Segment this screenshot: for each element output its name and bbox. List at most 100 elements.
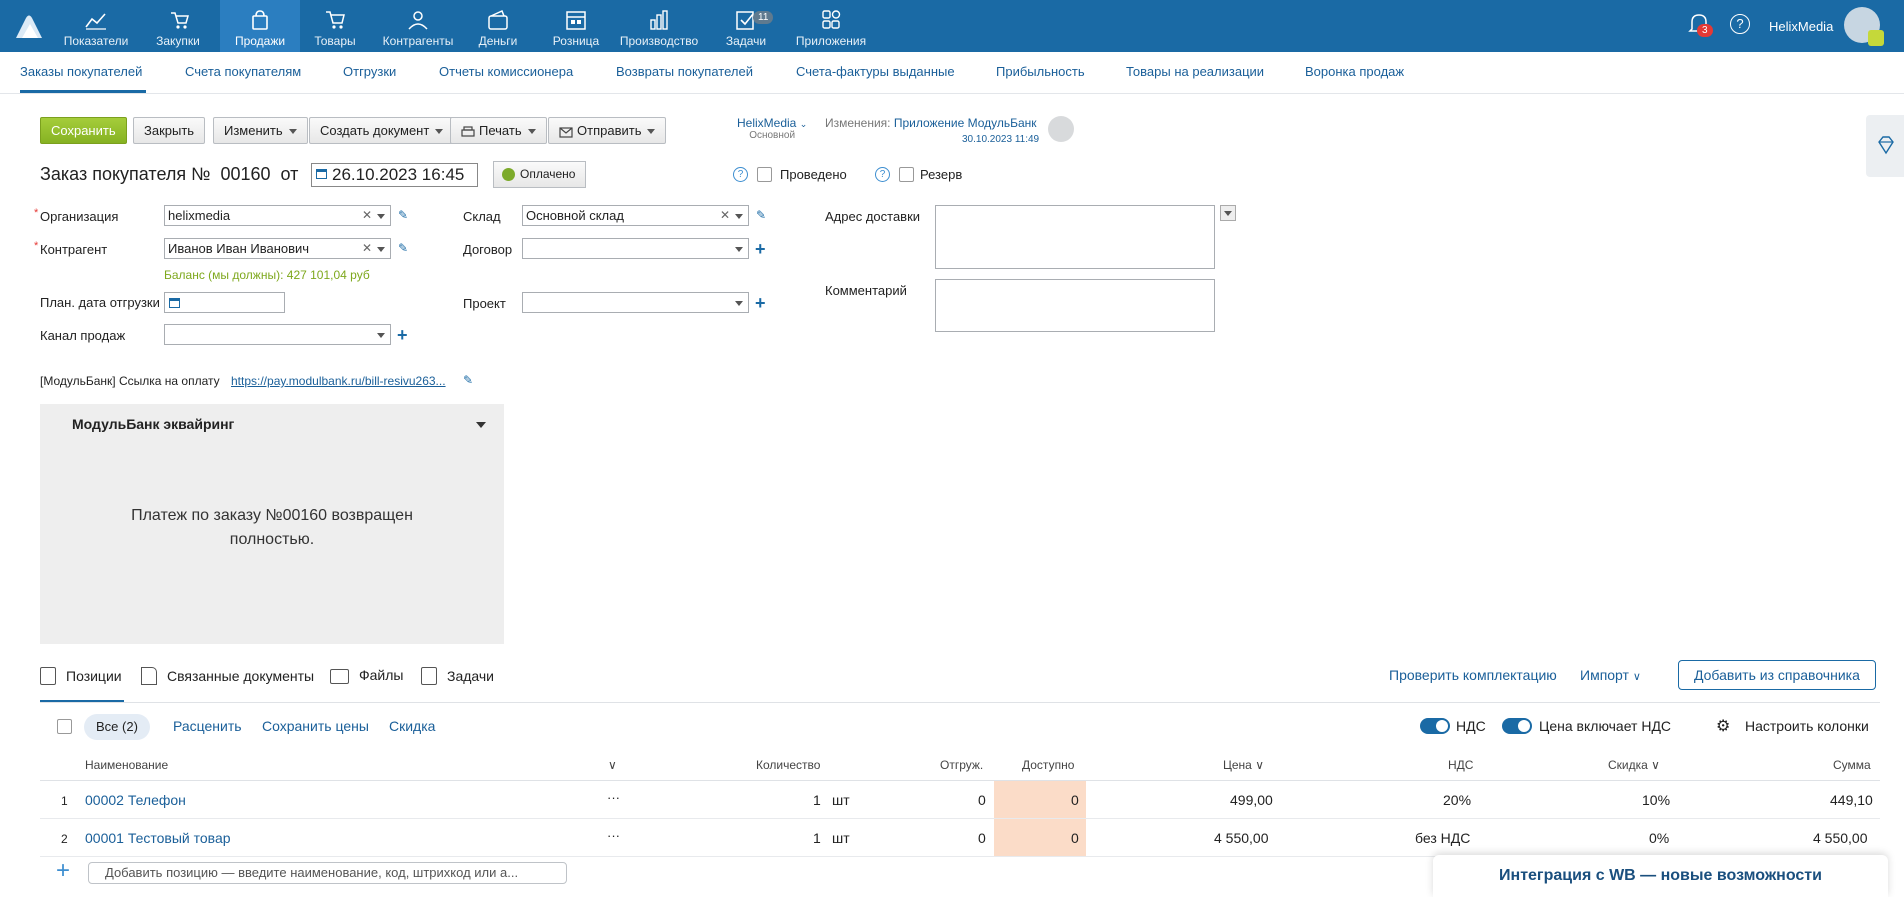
account-name[interactable]: HelixMedia [1769,19,1833,34]
ship-date-field[interactable] [164,292,285,313]
check-kit-button[interactable]: Проверить комплектацию [1389,667,1557,683]
row-discount[interactable]: 0% [1649,830,1669,846]
col-price[interactable]: Цена ∨ [1223,758,1264,772]
contract-select[interactable] [522,238,749,259]
doc-number[interactable]: 00160 [220,164,270,184]
col-sum[interactable]: Сумма [1833,758,1871,772]
nav-dashboard[interactable]: Показатели [56,0,136,52]
row-product-link[interactable]: 00001 Тестовый товар [85,830,231,846]
counterparty-select[interactable]: Иванов Иван Иванович ✕ [164,238,391,259]
tab-positions[interactable]: Позиции [40,667,122,685]
pencil-icon[interactable]: ✎ [398,208,410,222]
row-qty[interactable]: 1 [813,830,821,846]
paid-status-button[interactable]: Оплачено [493,161,587,188]
subnav-invoices[interactable]: Счета покупателям [185,64,301,79]
chevron-down-icon[interactable]: ∨ [608,758,617,772]
add-icon[interactable]: + [755,240,766,258]
row-price[interactable]: 4 550,00 [1214,830,1269,846]
nav-purchases[interactable]: Закупки [138,0,218,52]
chevron-down-icon[interactable] [735,247,743,252]
subnav-shipments[interactable]: Отгрузки [343,64,396,79]
add-icon[interactable]: + [56,859,70,883]
columns-settings-icon[interactable]: ⚙ [1716,716,1730,736]
posted-checkbox[interactable] [757,167,772,182]
discount-button[interactable]: Скидка [389,718,435,734]
create-document-button[interactable]: Создать документ [309,117,455,144]
subnav-commission-reports[interactable]: Отчеты комиссионера [439,64,573,79]
col-name[interactable]: Наименование [85,758,168,772]
help-icon[interactable]: ? [875,167,890,182]
import-button[interactable]: Импорт ∨ [1580,667,1641,683]
chevron-down-icon[interactable] [377,214,385,219]
subnav-profitability[interactable]: Прибыльность [996,64,1085,79]
row-vat[interactable]: 20% [1443,792,1471,808]
chevron-down-icon[interactable] [476,422,486,428]
nav-goods[interactable]: Товары [295,0,375,52]
subnav-funnel[interactable]: Воронка продаж [1305,64,1404,79]
avatar[interactable] [1844,7,1884,46]
add-icon[interactable]: + [397,326,408,344]
select-all-checkbox[interactable] [57,719,72,734]
pencil-icon[interactable]: ✎ [398,241,410,255]
tab-files[interactable]: Файлы [330,667,403,684]
row-qty[interactable]: 1 [813,792,821,808]
org-select[interactable]: helixmedia ✕ [164,205,391,226]
clear-icon[interactable]: ✕ [362,239,372,258]
chevron-down-icon[interactable] [377,333,385,338]
save-button[interactable]: Сохранить [40,117,127,144]
nav-counterparties[interactable]: Контрагенты [376,0,460,52]
configure-columns-button[interactable]: Настроить колонки [1745,718,1869,734]
col-available[interactable]: Доступно [1022,758,1074,772]
nav-retail[interactable]: Розница [536,0,616,52]
save-prices-button[interactable]: Сохранить цены [262,718,369,734]
col-discount[interactable]: Скидка ∨ [1608,758,1660,772]
col-qty[interactable]: Количество [756,758,820,772]
help-icon[interactable]: ? [733,167,748,182]
row-product-link[interactable]: 00002 Телефон [85,792,186,808]
row-more-icon[interactable]: ··· [607,790,620,805]
nav-sales[interactable]: Продажи [220,0,300,52]
row-more-icon[interactable]: ··· [607,828,620,843]
filter-all[interactable]: Все (2) [84,714,150,740]
add-icon[interactable]: + [755,294,766,312]
owner-selector[interactable]: HelixMedia ⌄ Основной [737,116,807,141]
print-button[interactable]: Печать [450,117,547,144]
col-vat[interactable]: НДС [1448,758,1473,772]
warehouse-select[interactable]: Основной склад ✕ [522,205,749,226]
vat-toggle[interactable] [1420,718,1450,734]
tab-tasks[interactable]: Задачи [421,667,494,685]
clear-icon[interactable]: ✕ [720,206,730,225]
nav-tasks[interactable]: 11 Задачи [706,0,786,52]
nav-apps[interactable]: Приложения [791,0,871,52]
nav-production[interactable]: Производство [618,0,700,52]
chevron-down-icon[interactable] [735,214,743,219]
reserve-checkbox[interactable] [899,167,914,182]
expand-icon[interactable] [1220,205,1236,221]
channel-select[interactable] [164,324,391,345]
doc-date-field[interactable]: 26.10.2023 16:45 [311,163,478,187]
payment-link[interactable]: https://pay.modulbank.ru/bill-resivu263.… [231,374,446,388]
subnav-issued-invoices[interactable]: Счета-фактуры выданные [796,64,955,79]
add-position-input[interactable]: Добавить позицию — введите наименование,… [88,862,567,884]
delivery-address-field[interactable] [935,205,1215,269]
clear-icon[interactable]: ✕ [362,206,372,225]
chevron-down-icon[interactable] [377,247,385,252]
logo-icon[interactable] [14,12,46,40]
price-incl-vat-toggle[interactable] [1502,718,1532,734]
side-panel-tab[interactable] [1866,115,1904,177]
pencil-icon[interactable]: ✎ [463,373,475,387]
add-from-catalog-button[interactable]: Добавить из справочника [1678,660,1876,690]
subnav-orders[interactable]: Заказы покупателей [20,64,142,79]
changes-by[interactable]: Приложение МодульБанк [894,116,1037,130]
subnav-returns[interactable]: Возвраты покупателей [616,64,753,79]
nav-money[interactable]: Деньги [458,0,538,52]
reprice-button[interactable]: Расценить [173,718,242,734]
pencil-icon[interactable]: ✎ [756,208,768,222]
edit-button[interactable]: Изменить [213,117,308,144]
col-shipped[interactable]: Отгруж. [940,758,983,772]
row-vat[interactable]: без НДС [1415,830,1470,846]
row-price[interactable]: 499,00 [1230,792,1273,808]
tab-related-docs[interactable]: Связанные документы [141,667,314,685]
close-button[interactable]: Закрыть [133,117,206,144]
subnav-consignment[interactable]: Товары на реализации [1126,64,1264,79]
